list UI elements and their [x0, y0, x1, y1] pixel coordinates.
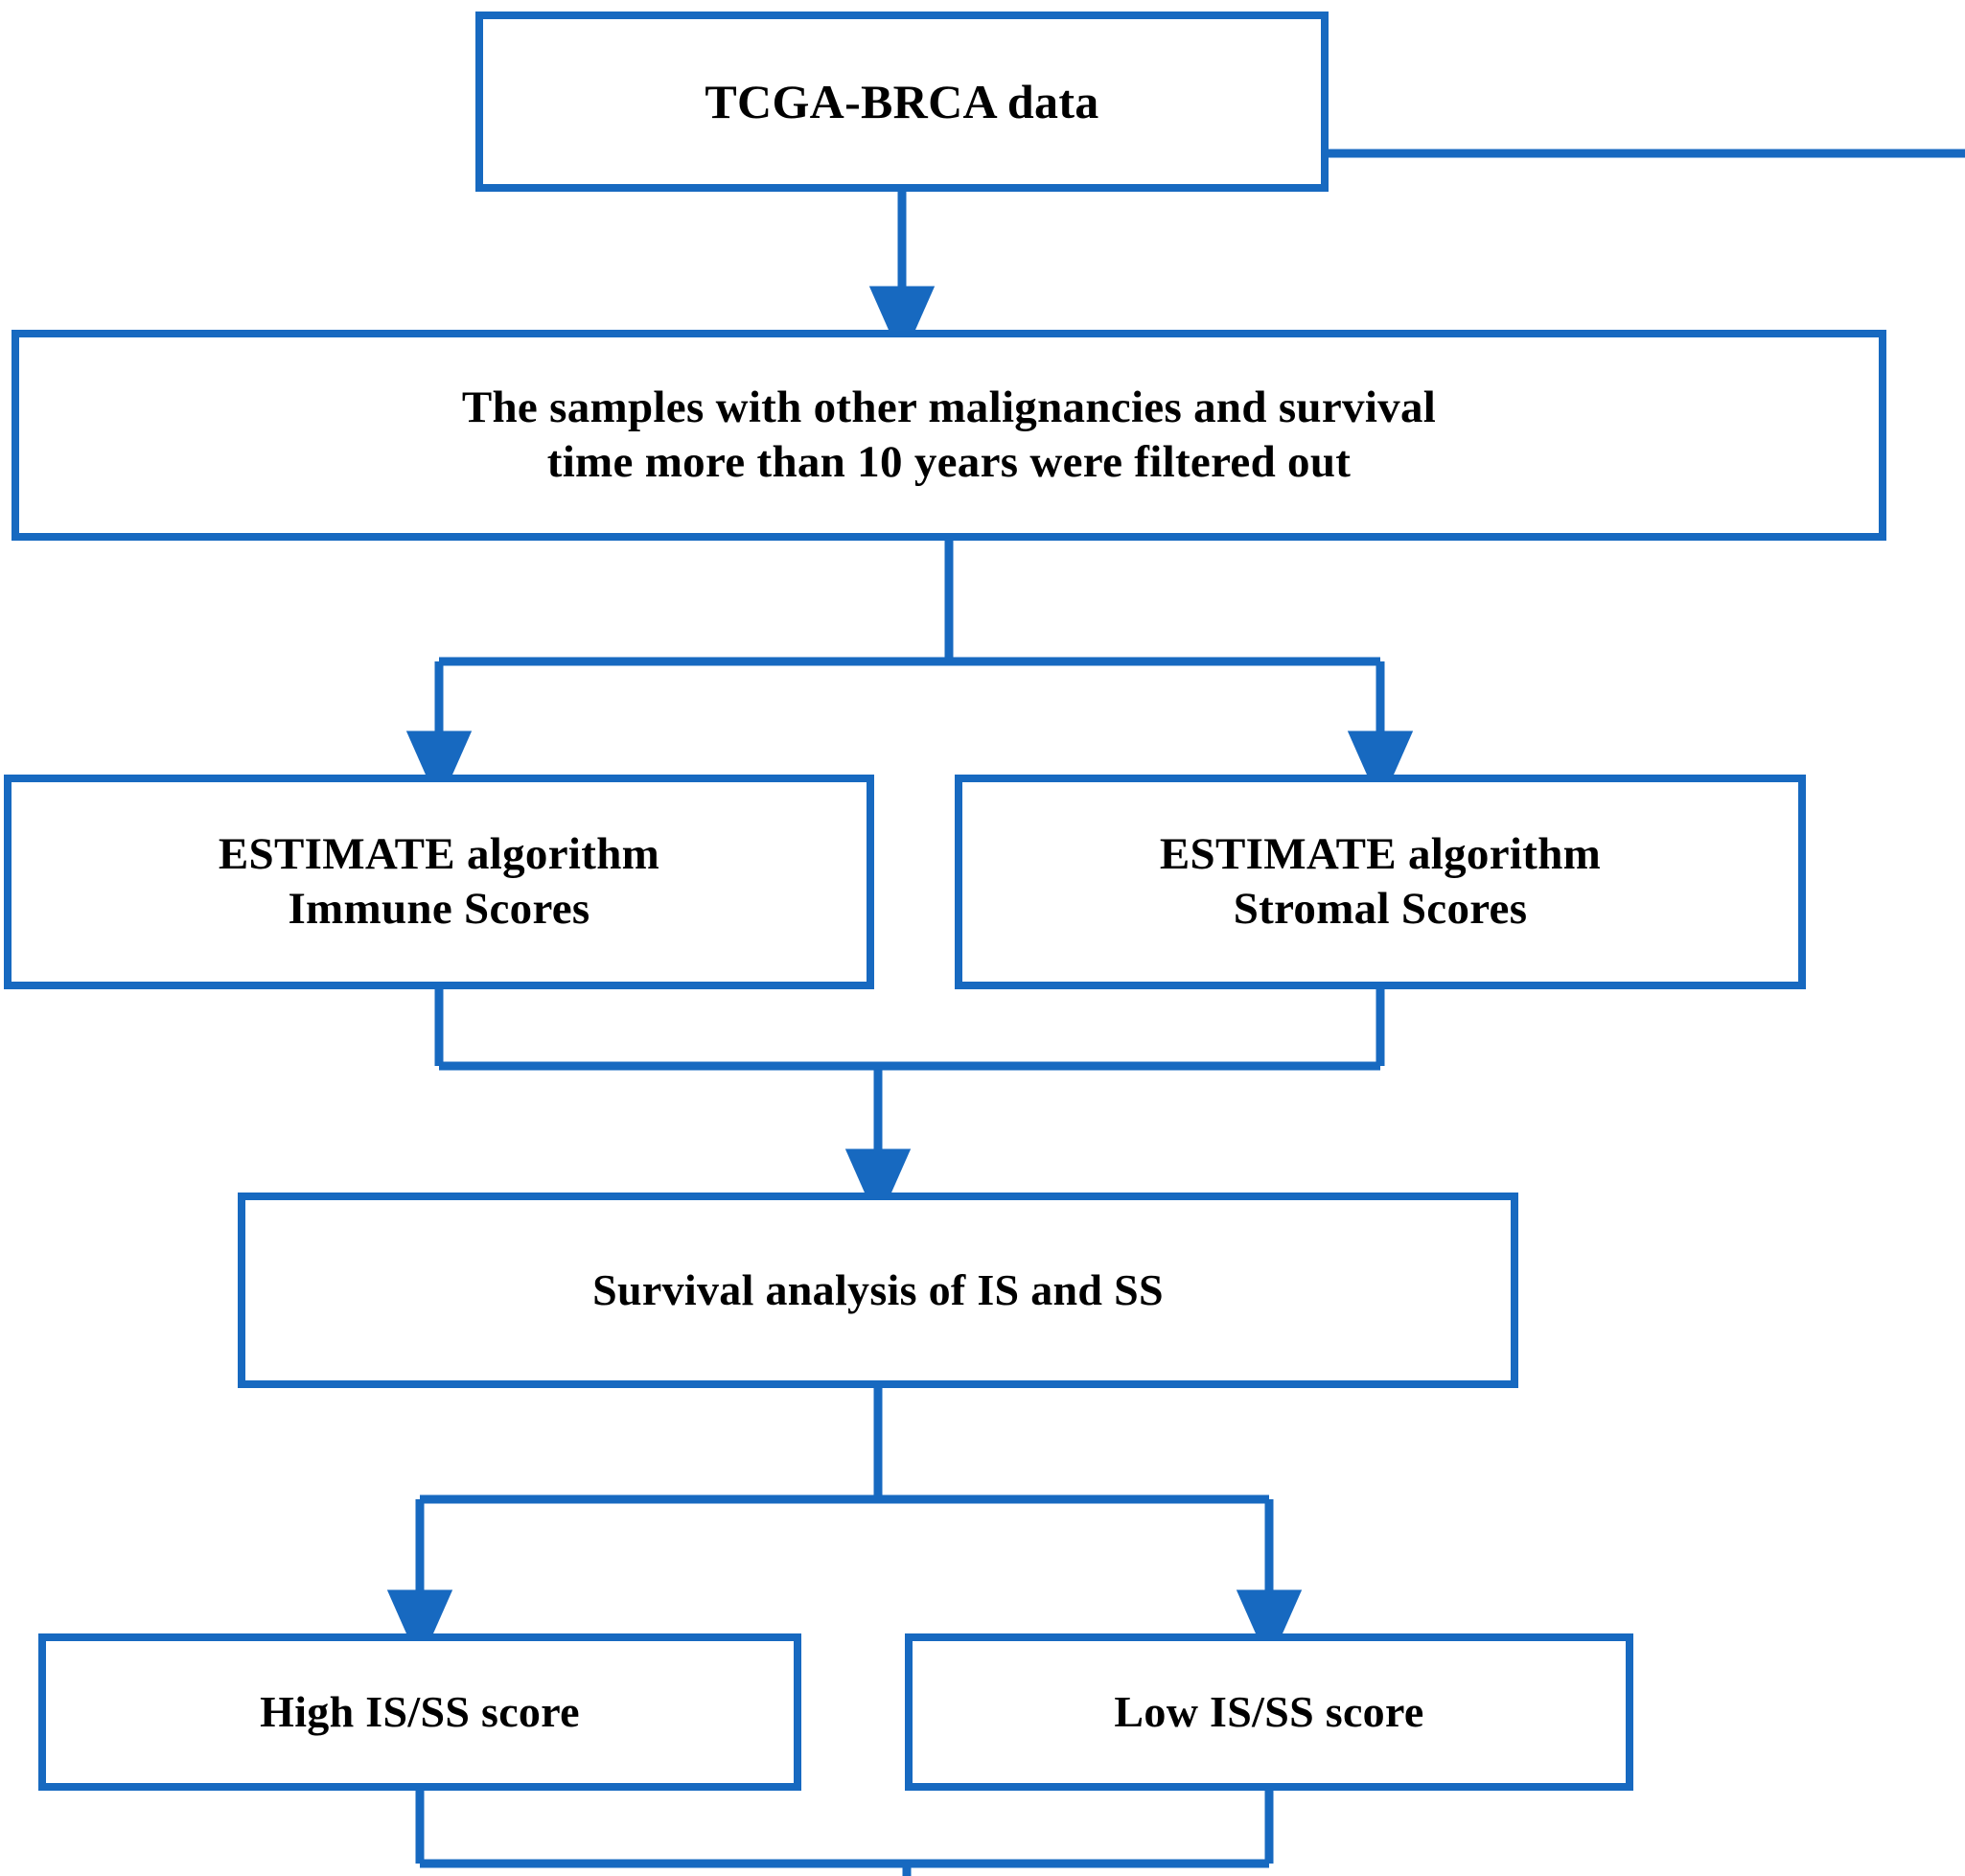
flowchart-canvas: TCGA-BRCA data Normal tissue data The sa… [0, 0, 1965, 1876]
node-high-score[interactable]: High IS/SS score [38, 1633, 801, 1791]
node-label: TCGA-BRCA data [705, 74, 1099, 128]
node-sample-filter[interactable]: The samples with other malignancies and … [12, 330, 1886, 541]
node-estimate-immune-scores[interactable]: ESTIMATE algorithm Immune Scores [4, 775, 874, 989]
node-low-score[interactable]: Low IS/SS score [905, 1633, 1633, 1791]
node-label: ESTIMATE algorithm Immune Scores [218, 828, 660, 934]
node-tcga-brca-data[interactable]: TCGA-BRCA data [475, 12, 1329, 192]
node-label: Low IS/SS score [1114, 1686, 1424, 1736]
node-label: Survival analysis of IS and SS [592, 1264, 1164, 1314]
node-label: The samples with other malignancies and … [461, 382, 1437, 487]
node-label: ESTIMATE algorithm Stromal Scores [1159, 828, 1602, 934]
node-label: High IS/SS score [260, 1686, 580, 1736]
node-survival-analysis[interactable]: Survival analysis of IS and SS [238, 1193, 1518, 1388]
node-estimate-stromal-scores[interactable]: ESTIMATE algorithm Stromal Scores [955, 775, 1806, 989]
